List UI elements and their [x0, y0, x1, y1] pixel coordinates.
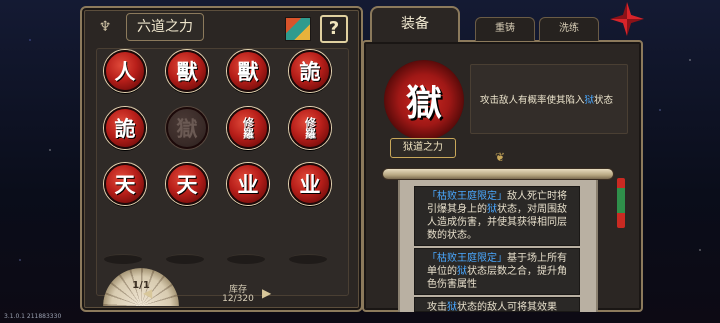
page-indicator: 1/1 [132, 280, 150, 291]
empty-slot [289, 254, 327, 264]
ornament-icon: ❦ [494, 150, 506, 164]
talent-orb[interactable]: 獄 [166, 107, 208, 149]
tassel-ornament [617, 178, 625, 228]
talent-orb[interactable]: 修羅 [227, 107, 269, 149]
talent-orb[interactable]: 天 [166, 163, 208, 205]
talent-orb[interactable]: 獸 [227, 50, 269, 92]
prev-page-arrow-icon[interactable]: ◀ [143, 286, 152, 300]
talent-orb[interactable]: 修羅 [289, 107, 331, 149]
help-button[interactable]: ? [320, 15, 348, 43]
talent-orb[interactable]: 人 [104, 50, 146, 92]
talent-orb[interactable]: 詭 [289, 50, 331, 92]
selected-talent-icon: 獄 [384, 60, 464, 140]
storage-count: 12/320 [222, 294, 254, 304]
scroll-rod [382, 168, 614, 180]
talent-name: 狱道之力 [390, 138, 456, 158]
talent-orb[interactable]: 詭 [104, 107, 146, 149]
tab-equip[interactable]: 装备 [370, 6, 460, 42]
talent-description: 攻击敌人有概率使其陷入狱状态 [480, 95, 614, 106]
empty-slot [104, 254, 142, 264]
talent-orb[interactable]: 业 [227, 163, 269, 205]
empty-slot [227, 254, 265, 264]
talent-orb[interactable]: 獸 [166, 50, 208, 92]
empty-slot [166, 254, 204, 264]
effect-card: 「枯败王庭限定」基于场上所有单位的狱状态层数之合，提升角色伤害属性 [414, 248, 580, 295]
tab-wash[interactable]: 洗练 [539, 17, 599, 41]
effect-card: 「枯败王庭限定」敌人死亡时将引爆其身上的狱状态，对周围敌人造成伤害，并使其获得相… [414, 186, 580, 246]
talent-orb[interactable]: 业 [289, 163, 331, 205]
effect-card: 攻击狱状态的敌人可将其效果 [414, 297, 580, 312]
panel-title: 六道之力 [126, 13, 204, 41]
sort-icon[interactable] [285, 17, 311, 41]
version-label: 3.1.0.1 211883330 [4, 313, 62, 320]
chandelier-icon: ♆ [98, 19, 112, 35]
talent-orb[interactable]: 天 [104, 163, 146, 205]
tab-recast[interactable]: 重铸 [475, 17, 535, 41]
